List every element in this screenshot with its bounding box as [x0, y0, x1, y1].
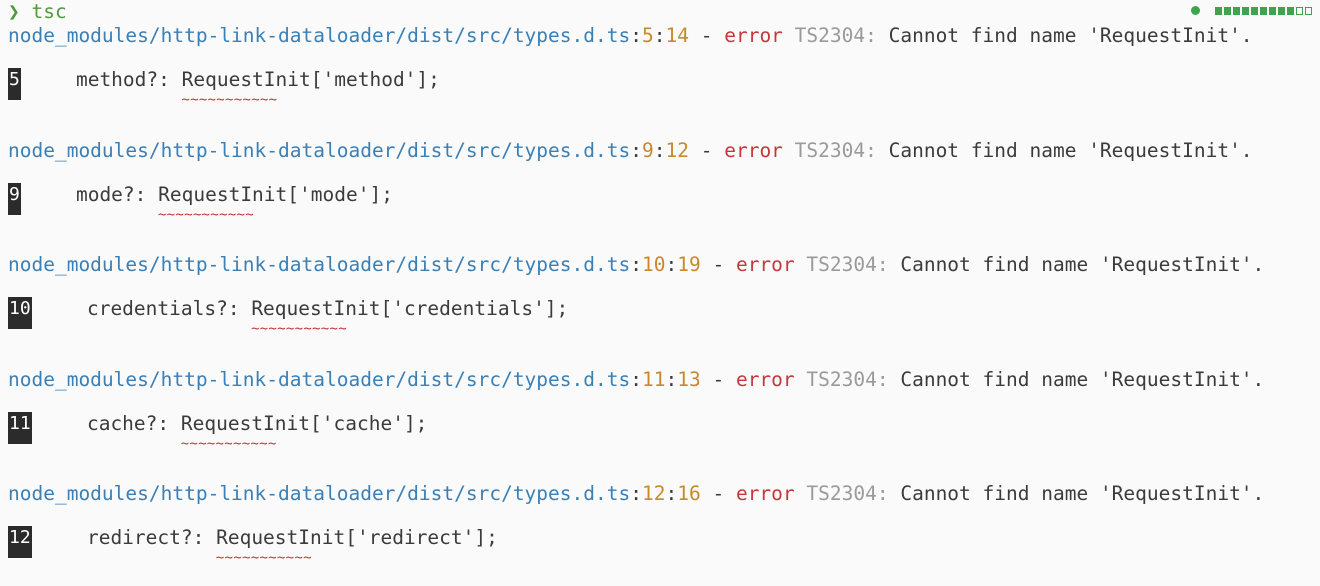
separator: : — [665, 367, 678, 391]
separator: : — [630, 253, 642, 276]
line-number-gutter: 10 — [8, 297, 32, 329]
progress-segment — [1233, 6, 1240, 15]
progress-segment — [1215, 6, 1222, 15]
separator: : — [630, 482, 642, 505]
error-squiggle: ~~~~~~~~~~~ — [157, 206, 254, 223]
error-severity: error — [724, 138, 783, 162]
error-code: TS2304: — [794, 24, 877, 47]
error-header: node_modules/http-link-dataloader/dist/s… — [8, 24, 1253, 48]
error-code: TS2304: — [806, 482, 889, 505]
error-file-path[interactable]: node_modules/http-link-dataloader/dist/s… — [8, 139, 630, 162]
error-column-number: 16 — [677, 482, 701, 505]
error-message: Cannot find name 'RequestInit'. — [888, 24, 1253, 47]
error-file-path[interactable]: node_modules/http-link-dataloader/dist/s… — [8, 368, 630, 391]
error-squiggle: ~~~~~~~~~~~ — [215, 550, 312, 566]
separator: : — [653, 138, 666, 162]
error-line-number: 10 — [641, 253, 666, 276]
separator: : — [665, 482, 678, 505]
prompt-command: tsc — [31, 0, 67, 23]
separator: : — [630, 138, 642, 162]
line-number-gutter: 5 — [8, 68, 21, 100]
progress-segment — [1251, 6, 1258, 15]
error-column-number: 13 — [677, 367, 701, 391]
progress-segment — [1224, 6, 1231, 15]
separator: : — [630, 367, 642, 391]
error-column-number: 14 — [665, 24, 689, 47]
error-severity: error — [724, 24, 783, 47]
source-line: credentials?: RequestInit['credentials']… — [40, 297, 569, 320]
source-line: method?: RequestInit['method']; — [29, 68, 440, 91]
separator-dash: - — [700, 24, 713, 47]
error-severity: error — [735, 367, 795, 391]
error-severity: error — [735, 482, 795, 505]
error-message: Cannot find name 'RequestInit'. — [900, 482, 1265, 505]
line-number-gutter: 11 — [8, 411, 32, 444]
separator: : — [665, 253, 678, 276]
prompt-line: ❯ tsc — [8, 0, 67, 24]
error-code: TS2304: — [806, 253, 889, 276]
progress-segment — [1305, 6, 1312, 15]
separator: : — [630, 24, 642, 47]
error-squiggle: ~~~~~~~~~~~ — [181, 92, 278, 108]
prompt-arrow-icon: ❯ — [8, 0, 20, 23]
error-header: node_modules/http-link-dataloader/dist/s… — [8, 368, 1264, 392]
progress-bar — [1215, 6, 1312, 15]
progress-segment — [1296, 6, 1303, 15]
error-file-path[interactable]: node_modules/http-link-dataloader/dist/s… — [8, 482, 630, 505]
error-header: node_modules/http-link-dataloader/dist/s… — [8, 482, 1264, 506]
status-indicator — [1191, 6, 1312, 15]
error-line-number: 11 — [641, 367, 666, 391]
error-severity: error — [735, 253, 795, 276]
source-line: cache?: RequestInit['cache']; — [40, 411, 428, 435]
separator-dash: - — [712, 367, 725, 391]
line-number-gutter: 9 — [8, 182, 21, 215]
source-line: redirect?: RequestInit['redirect']; — [40, 526, 498, 549]
status-dot-icon — [1191, 6, 1200, 15]
error-squiggle: ~~~~~~~~~~~ — [180, 435, 277, 452]
progress-segment — [1260, 6, 1267, 15]
progress-segment — [1287, 6, 1294, 15]
progress-segment — [1278, 6, 1285, 15]
progress-segment — [1269, 6, 1276, 15]
separator-dash: - — [712, 482, 725, 505]
separator-dash: - — [700, 138, 713, 162]
error-line-number: 9 — [641, 138, 654, 162]
error-message: Cannot find name 'RequestInit'. — [888, 138, 1253, 162]
error-file-path[interactable]: node_modules/http-link-dataloader/dist/s… — [8, 24, 630, 47]
error-line-number: 5 — [641, 24, 654, 47]
error-line-number: 12 — [641, 482, 666, 505]
error-column-number: 12 — [665, 138, 689, 162]
error-message: Cannot find name 'RequestInit'. — [900, 253, 1265, 276]
separator: : — [653, 24, 666, 47]
error-message: Cannot find name 'RequestInit'. — [900, 367, 1265, 391]
progress-segment — [1242, 6, 1249, 15]
separator-dash: - — [712, 253, 725, 276]
error-header: node_modules/http-link-dataloader/dist/s… — [8, 139, 1253, 163]
error-file-path[interactable]: node_modules/http-link-dataloader/dist/s… — [8, 253, 630, 276]
error-code: TS2304: — [806, 367, 889, 391]
error-header: node_modules/http-link-dataloader/dist/s… — [8, 253, 1264, 277]
source-line: mode?: RequestInit['mode']; — [29, 182, 393, 206]
line-number-gutter: 12 — [8, 526, 32, 558]
error-code: TS2304: — [794, 138, 877, 162]
error-squiggle: ~~~~~~~~~~~ — [250, 321, 347, 337]
error-column-number: 19 — [677, 253, 701, 276]
